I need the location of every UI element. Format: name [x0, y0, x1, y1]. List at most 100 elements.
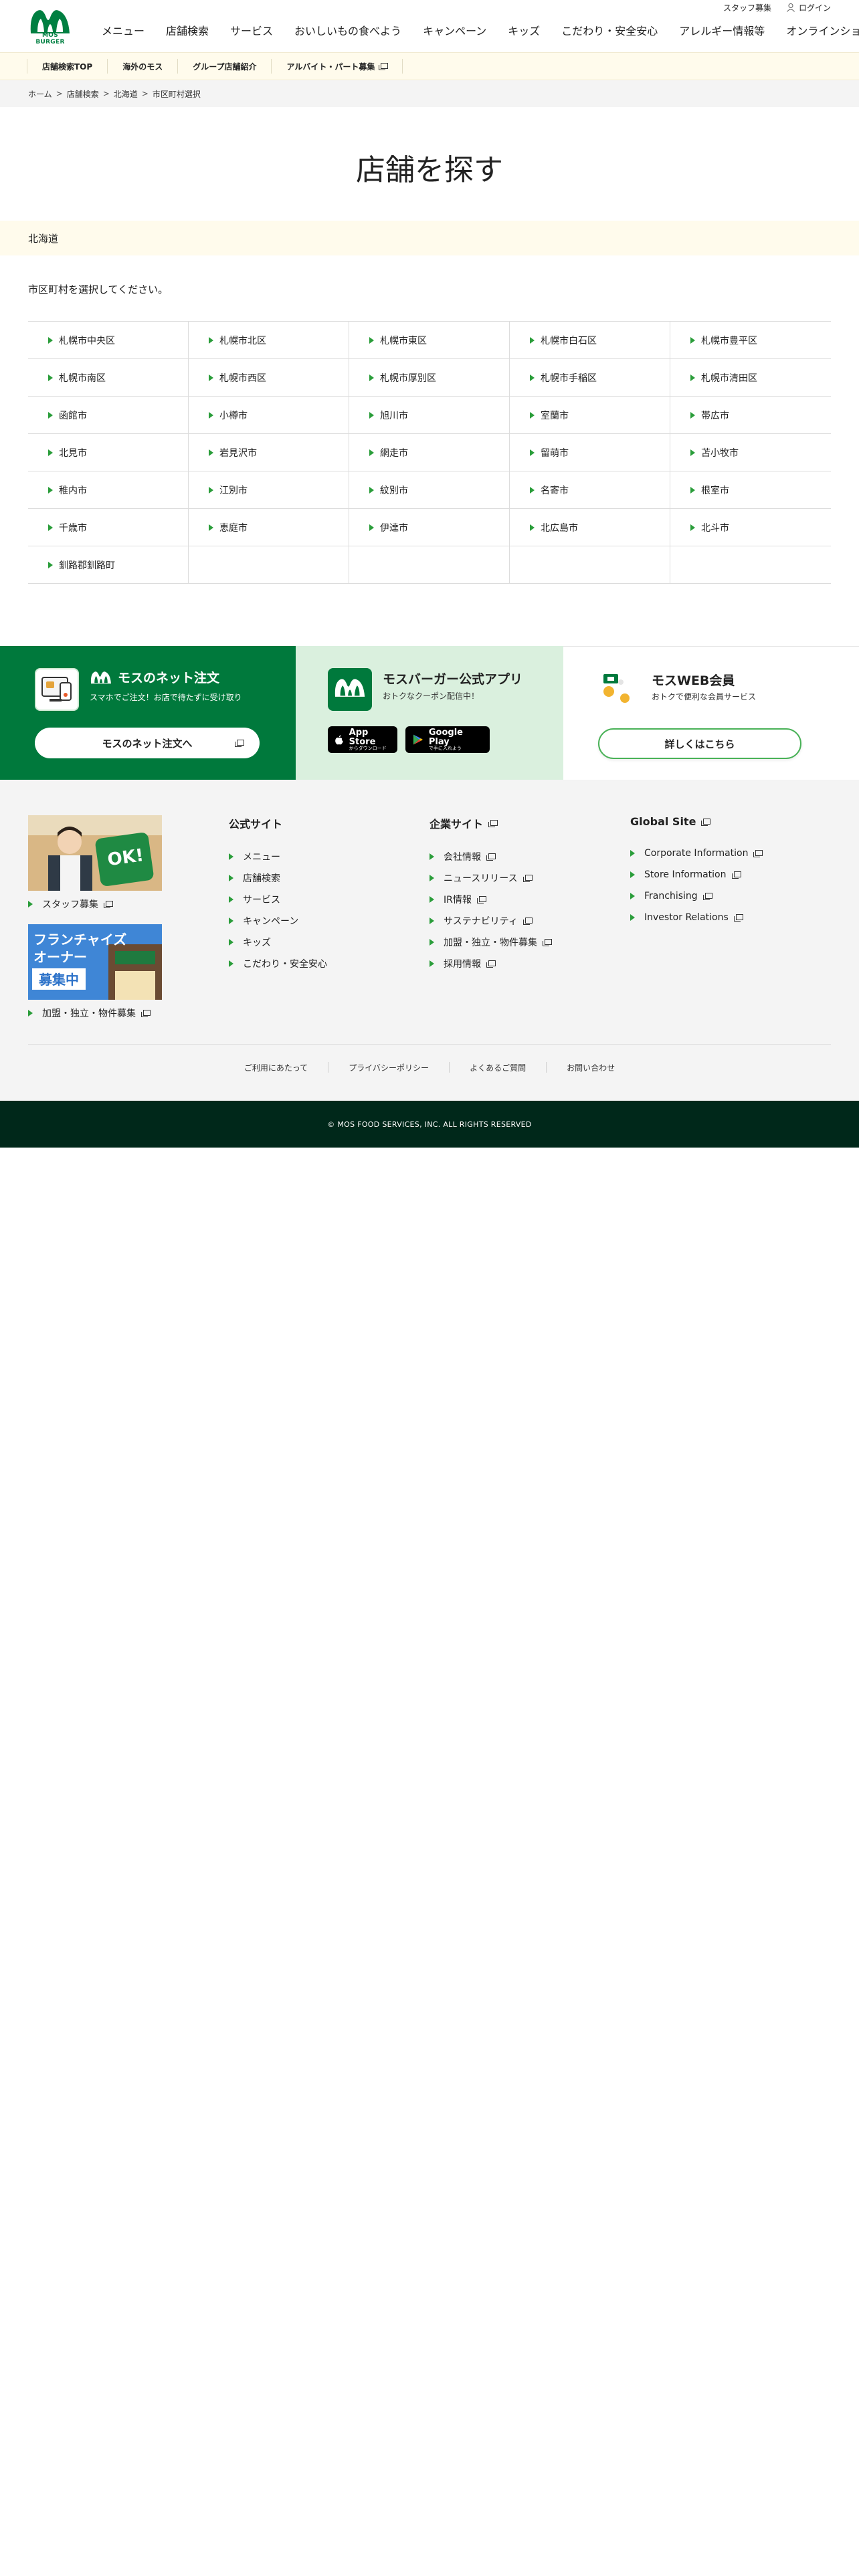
- gnav-kids[interactable]: キッズ: [497, 22, 551, 38]
- footer-link[interactable]: 店舗検索: [229, 867, 327, 889]
- web-member-panel: モスWEB会員 おトクで便利な会員サービス 詳しくはこちら: [563, 646, 859, 780]
- city-label: 伊達市: [380, 522, 408, 534]
- arrow-icon: [209, 486, 213, 494]
- city-link[interactable]: 札幌市西区: [189, 359, 349, 397]
- gnav-eat[interactable]: おいしいもの食べよう: [284, 22, 412, 38]
- arrow-icon: [209, 449, 213, 456]
- google-play-badge[interactable]: Google Play で手に入れよう: [405, 726, 490, 753]
- city-label: 江別市: [219, 485, 248, 496]
- city-link[interactable]: 小樽市: [189, 397, 349, 434]
- app-store-badge[interactable]: App Store からダウンロード: [328, 726, 397, 753]
- city-link[interactable]: 札幌市中央区: [28, 322, 189, 359]
- terms-link[interactable]: ご利用にあたって: [224, 1062, 329, 1073]
- arrow-icon: [48, 374, 53, 381]
- city-link[interactable]: 釧路郡釧路町: [28, 546, 189, 584]
- gnav-online-shop[interactable]: オンラインショップ: [775, 22, 859, 38]
- footer-link[interactable]: キッズ: [229, 932, 327, 953]
- breadcrumb-hokkaido[interactable]: 北海道: [114, 88, 138, 100]
- footer-link[interactable]: 会社情報: [430, 846, 551, 867]
- net-order-button[interactable]: モスのネット注文へ: [35, 728, 260, 758]
- footer-official-list: メニュー 店舗検索 サービス キャンペーン キッズ こだわり・安全安心: [229, 846, 327, 974]
- city-link[interactable]: 北斗市: [670, 509, 831, 546]
- footer-divider: [28, 1044, 831, 1045]
- city-link[interactable]: 名寄市: [510, 471, 670, 509]
- footer-link[interactable]: IR情報: [430, 889, 551, 910]
- footer-link[interactable]: Franchising: [630, 885, 762, 907]
- city-link[interactable]: 旭川市: [349, 397, 510, 434]
- city-link[interactable]: 網走市: [349, 434, 510, 471]
- staff-recruit-link[interactable]: スタッフ募集: [723, 2, 771, 13]
- mos-logo-icon: [30, 10, 70, 33]
- arrow-icon: [530, 411, 535, 419]
- city-link[interactable]: 札幌市豊平区: [670, 322, 831, 359]
- franchise-banner[interactable]: フランチャイズ オーナー 募集中: [28, 924, 162, 1000]
- city-link[interactable]: 北見市: [28, 434, 189, 471]
- gnav-allergy[interactable]: アレルギー情報等: [668, 22, 775, 38]
- city-link[interactable]: 札幌市白石区: [510, 322, 670, 359]
- city-label: 札幌市清田区: [701, 372, 757, 384]
- city-link[interactable]: 札幌市清田区: [670, 359, 831, 397]
- city-link[interactable]: 紋別市: [349, 471, 510, 509]
- footer-link[interactable]: サービス: [229, 889, 327, 910]
- city-link[interactable]: 札幌市厚別区: [349, 359, 510, 397]
- footer-link[interactable]: キャンペーン: [229, 910, 327, 932]
- gnav-quality[interactable]: こだわり・安全安心: [551, 22, 668, 38]
- external-link-icon: [235, 740, 244, 747]
- app-store-label: App Store: [349, 727, 376, 747]
- city-link[interactable]: 函館市: [28, 397, 189, 434]
- city-link[interactable]: 伊達市: [349, 509, 510, 546]
- city-link[interactable]: 帯広市: [670, 397, 831, 434]
- city-link[interactable]: 札幌市東区: [349, 322, 510, 359]
- login-link[interactable]: ログイン: [786, 2, 831, 13]
- city-label: 北見市: [59, 447, 87, 459]
- footer-link[interactable]: 採用情報: [430, 953, 551, 974]
- subnav-store-search-top[interactable]: 店舗検索TOP: [27, 59, 108, 74]
- city-link[interactable]: 室蘭市: [510, 397, 670, 434]
- city-link[interactable]: 稚内市: [28, 471, 189, 509]
- footer-link[interactable]: こだわり・安全安心: [229, 953, 327, 974]
- footer-link-label: 採用情報: [444, 959, 481, 970]
- footer-link[interactable]: ニュースリリース: [430, 867, 551, 889]
- gnav-menu[interactable]: メニュー: [102, 22, 155, 38]
- subnav-group-stores[interactable]: グループ店舗紹介: [178, 59, 272, 74]
- arrow-icon: [530, 336, 535, 344]
- contact-link[interactable]: お問い合わせ: [547, 1062, 635, 1073]
- footer-link[interactable]: 加盟・独立・物件募集: [430, 932, 552, 953]
- footer-link[interactable]: サステナビリティ: [430, 910, 551, 932]
- city-link[interactable]: 札幌市南区: [28, 359, 189, 397]
- subnav-overseas[interactable]: 海外のモス: [108, 59, 179, 74]
- city-link[interactable]: 恵庭市: [189, 509, 349, 546]
- breadcrumb-home[interactable]: ホーム: [28, 88, 52, 100]
- city-cell-empty: [510, 546, 670, 584]
- city-label: 札幌市白石区: [541, 335, 597, 346]
- city-link[interactable]: 札幌市手稲区: [510, 359, 670, 397]
- city-link[interactable]: 江別市: [189, 471, 349, 509]
- gnav-service[interactable]: サービス: [219, 22, 284, 38]
- staff-recruit-banner[interactable]: OK!: [28, 815, 162, 891]
- footer-franchise-link[interactable]: 加盟・独立・物件募集: [28, 1006, 162, 1020]
- city-link[interactable]: 札幌市北区: [189, 322, 349, 359]
- city-link[interactable]: 苫小牧市: [670, 434, 831, 471]
- city-link[interactable]: 北広島市: [510, 509, 670, 546]
- breadcrumb-store-search[interactable]: 店舗検索: [67, 88, 99, 100]
- gnav-campaign[interactable]: キャンペーン: [412, 22, 497, 38]
- faq-link[interactable]: よくあるご質問: [450, 1062, 547, 1073]
- city-label: 恵庭市: [219, 522, 248, 534]
- city-link[interactable]: 留萌市: [510, 434, 670, 471]
- official-app-subtitle: おトクなクーポン配信中！: [383, 691, 480, 701]
- arrow-icon: [229, 896, 233, 903]
- footer-link[interactable]: Investor Relations: [630, 907, 762, 928]
- city-label: 北斗市: [701, 522, 729, 534]
- web-member-subtitle: おトクで便利な会員サービス: [652, 692, 757, 702]
- footer-link[interactable]: メニュー: [229, 846, 327, 867]
- privacy-link[interactable]: プライバシーポリシー: [328, 1062, 450, 1073]
- web-member-button[interactable]: 詳しくはこちら: [598, 728, 801, 759]
- footer-link[interactable]: Store Information: [630, 864, 762, 885]
- footer-staff-link[interactable]: スタッフ募集: [28, 897, 162, 911]
- city-link[interactable]: 根室市: [670, 471, 831, 509]
- city-link[interactable]: 千歳市: [28, 509, 189, 546]
- subnav-parttime[interactable]: アルバイト・パート募集: [272, 59, 403, 74]
- footer-link[interactable]: Corporate Information: [630, 843, 763, 864]
- city-link[interactable]: 岩見沢市: [189, 434, 349, 471]
- gnav-store-search[interactable]: 店舗検索: [155, 22, 219, 38]
